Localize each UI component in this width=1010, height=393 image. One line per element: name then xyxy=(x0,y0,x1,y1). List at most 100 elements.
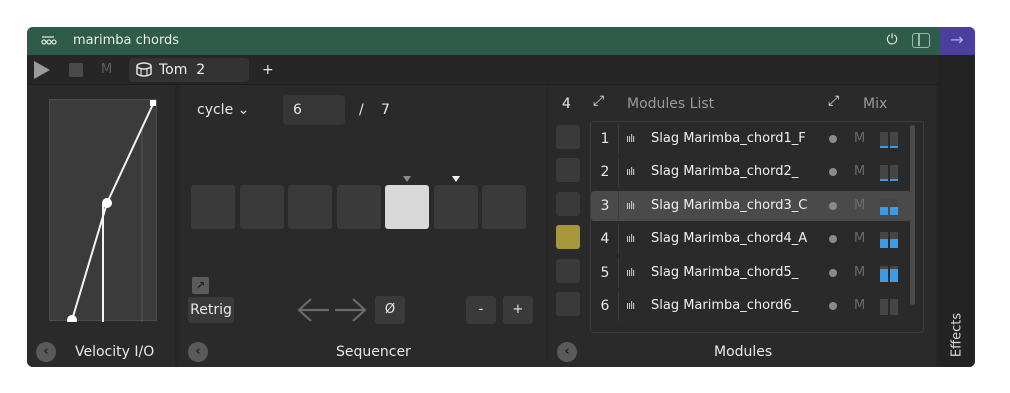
modules-panel: 4 ⤢ Modules List ⤢ Mix 1 ıılı Slag Marimba… xyxy=(548,85,936,367)
meter-fill xyxy=(880,146,888,148)
expand-icon[interactable]: ⤢ xyxy=(593,93,604,109)
back-icon[interactable]: ‹ xyxy=(188,342,208,362)
solo-dot[interactable] xyxy=(829,268,837,277)
modules-title: Modules xyxy=(714,344,773,360)
meter-bar xyxy=(890,299,898,315)
module-name: Slag Marimba_chord4_A xyxy=(651,231,808,247)
module-name: Slag Marimba_chord3_C xyxy=(651,197,808,213)
solo-dot[interactable] xyxy=(829,302,837,310)
mute-button[interactable]: M xyxy=(854,124,865,154)
step-cell[interactable] xyxy=(482,185,526,229)
zero-button[interactable]: Ø xyxy=(375,296,405,324)
add-button[interactable]: + xyxy=(262,55,274,85)
row-divider xyxy=(618,190,619,221)
mix-meter xyxy=(880,232,900,249)
velocity-footer: ‹ Velocity I/O xyxy=(27,337,175,367)
mode-dropdown[interactable]: cycle ⌄ xyxy=(197,97,249,123)
mute-button[interactable]: M xyxy=(854,191,865,221)
meter-bar xyxy=(880,232,888,249)
module-select-square[interactable] xyxy=(556,158,580,183)
list-item[interactable]: 5 ıılı Slag Marimba_chord5_ M xyxy=(591,257,911,288)
list-item[interactable]: 6 ıılı Slag Marimba_chord6_ M xyxy=(591,291,911,321)
mute-button[interactable]: M xyxy=(101,55,112,85)
total-steps: 7 xyxy=(381,102,390,118)
list-item[interactable]: 2 ıılı Slag Marimba_chord2_ M xyxy=(591,157,911,188)
retrig-button[interactable]: Retrig xyxy=(188,297,234,323)
row-divider xyxy=(618,291,619,321)
module-select-square[interactable] xyxy=(556,191,580,216)
solo-dot[interactable] xyxy=(829,201,837,210)
module-index: 3 xyxy=(600,197,610,214)
list-item[interactable]: 4 ıılı Slag Marimba_chord4_A M xyxy=(591,224,911,255)
module-select-square[interactable] xyxy=(556,258,580,283)
title-bar: marimba chords ⏻ → xyxy=(27,27,975,55)
meter-bar xyxy=(890,198,898,215)
scrollbar[interactable] xyxy=(910,125,915,305)
sequencer-panel: cycle ⌄ 6 / 7 ↗ Retrig Ø - + ‹ Sequencer xyxy=(179,85,546,367)
curve-handle-start xyxy=(67,315,77,322)
panel-toggle-icon[interactable] xyxy=(912,33,930,48)
module-name: Slag Marimba_chord6_ xyxy=(651,298,799,313)
expand-icon[interactable]: ↗ xyxy=(192,277,209,294)
meter-fill xyxy=(880,206,888,215)
waveform-icon: ıılı xyxy=(626,265,635,279)
instrument-selector[interactable]: Tom 2 xyxy=(129,58,249,82)
meter-bar xyxy=(880,265,888,282)
step-cell[interactable] xyxy=(239,185,284,229)
back-icon[interactable]: ‹ xyxy=(36,342,56,362)
curve-handle xyxy=(102,198,112,208)
meter-bar xyxy=(890,165,898,182)
module-index: 2 xyxy=(600,164,610,181)
mute-button[interactable]: M xyxy=(854,224,865,254)
module-index: 5 xyxy=(600,264,610,281)
stop-icon[interactable] xyxy=(69,63,83,77)
device-window: marimba chords ⏻ → M Tom 2 + ‹ Velocity … xyxy=(27,27,975,367)
curve-handle-end xyxy=(150,100,156,106)
chain-icon[interactable] xyxy=(39,31,57,49)
row-divider xyxy=(618,257,619,288)
list-item[interactable]: 3 ıılı Slag Marimba_chord3_C M xyxy=(591,190,911,221)
current-step-field[interactable]: 6 xyxy=(283,95,345,125)
meter-fill xyxy=(890,146,898,148)
solo-dot[interactable] xyxy=(829,235,837,244)
plus-button[interactable]: + xyxy=(503,296,533,324)
velocity-panel: ‹ Velocity I/O xyxy=(27,85,175,367)
effects-label: Effects xyxy=(949,312,965,358)
back-icon[interactable]: ‹ xyxy=(557,342,577,362)
modules-list: 1 ıılı Slag Marimba_chord1_F M 2 ıılı Slag Mar… xyxy=(590,121,924,333)
sequencer-footer: ‹ Sequencer xyxy=(179,337,546,367)
step-separator: / xyxy=(359,102,364,118)
power-icon[interactable]: ⏻ xyxy=(882,30,902,50)
module-select-square[interactable] xyxy=(556,292,580,316)
velocity-curve-graph[interactable] xyxy=(49,99,157,322)
solo-dot[interactable] xyxy=(829,168,837,177)
waveform-icon: ıılı xyxy=(626,198,635,212)
meter-bar xyxy=(880,299,888,315)
module-select-column xyxy=(556,121,580,333)
step-cell[interactable] xyxy=(385,185,429,229)
minus-button[interactable]: - xyxy=(466,296,496,324)
arrow-right-icon[interactable]: → xyxy=(939,27,975,55)
transport-bar: M Tom 2 + xyxy=(27,55,939,85)
module-count: 4 xyxy=(562,96,571,112)
module-select-square[interactable] xyxy=(556,225,580,250)
modules-list-title: Modules List xyxy=(627,96,715,112)
effects-strip[interactable]: Effects xyxy=(939,55,975,367)
arrows-icon[interactable] xyxy=(295,295,371,331)
list-item[interactable]: 1 ıılı Slag Marimba_chord1_F M xyxy=(591,124,911,154)
meter-fill xyxy=(890,239,898,249)
step-cell[interactable] xyxy=(336,185,381,229)
play-icon[interactable] xyxy=(34,61,50,79)
module-select-square[interactable] xyxy=(556,125,580,149)
mix-meter xyxy=(880,198,900,215)
mute-button[interactable]: M xyxy=(854,291,865,321)
chevron-down-icon: ⌄ xyxy=(237,102,250,118)
mute-button[interactable]: M xyxy=(854,258,865,288)
step-cell[interactable] xyxy=(433,185,478,229)
solo-dot[interactable] xyxy=(829,135,837,143)
mute-button[interactable]: M xyxy=(854,157,865,187)
meter-fill xyxy=(880,239,888,249)
expand-icon[interactable]: ⤢ xyxy=(828,93,839,109)
step-cell[interactable] xyxy=(288,185,332,229)
step-cell[interactable] xyxy=(191,185,235,229)
